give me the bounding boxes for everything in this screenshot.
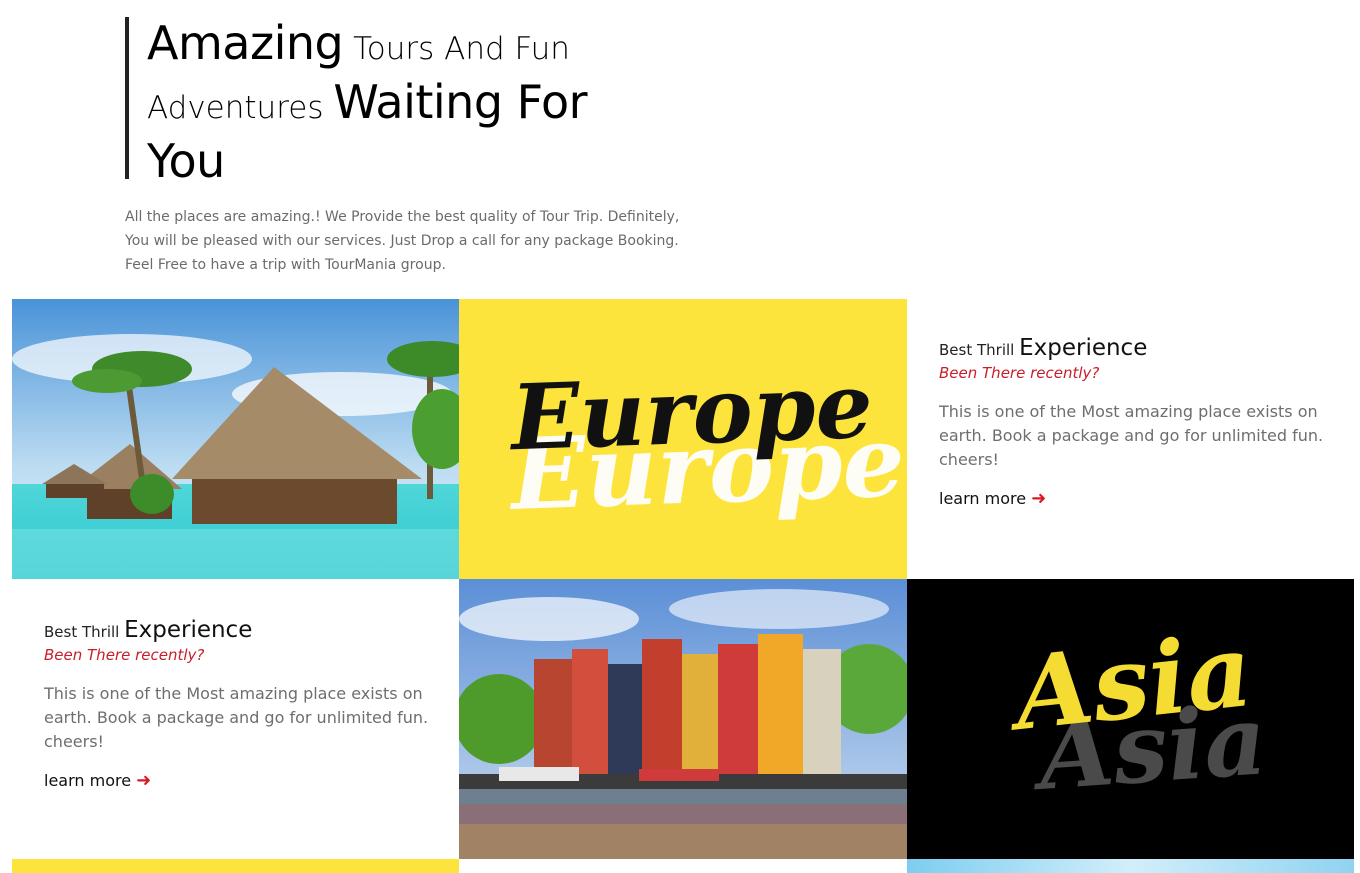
card-eyebrow: Best Thrill bbox=[939, 341, 1020, 359]
card-heading: Best Thrill Experience bbox=[44, 617, 427, 643]
card-text: This is one of the Most amazing place ex… bbox=[44, 684, 429, 751]
card-heading-strong: Experience bbox=[124, 617, 253, 643]
arrow-right-icon: ➜ bbox=[1031, 488, 1047, 509]
hero-title-tours: Tours And Fun bbox=[343, 31, 570, 67]
next-card-strip-blue bbox=[907, 859, 1354, 873]
learn-more-label: learn more bbox=[44, 771, 132, 790]
hero-title-amazing: Amazing bbox=[147, 16, 344, 70]
card-text: This is one of the Most amazing place ex… bbox=[939, 402, 1324, 469]
hero-title: Amazing Tours And Fun Adventures Waiting… bbox=[125, 16, 685, 188]
hero-title-you: You bbox=[147, 134, 225, 188]
arrow-right-icon: ➜ bbox=[136, 770, 152, 791]
learn-more-label: learn more bbox=[939, 489, 1027, 508]
card-subheading: Been There recently? bbox=[939, 364, 1100, 382]
card-heading-strong: Experience bbox=[1019, 335, 1148, 361]
experience-card-1: Best Thrill Experience Been There recent… bbox=[907, 299, 1354, 579]
hero-title-adventures: Adventures bbox=[147, 90, 334, 126]
amsterdam-illustration bbox=[459, 579, 907, 859]
card-subheading: Been There recently? bbox=[44, 646, 205, 664]
europe-word: Europe bbox=[509, 352, 875, 472]
card-heading: Best Thrill Experience bbox=[939, 335, 1322, 361]
card-eyebrow: Best Thrill bbox=[44, 623, 125, 641]
asia-card[interactable]: Asia Asia bbox=[907, 579, 1354, 859]
hero-description: All the places are amazing.! We Provide … bbox=[125, 209, 680, 273]
europe-card[interactable]: Europe Europe bbox=[459, 299, 907, 579]
resort-illustration bbox=[12, 299, 459, 579]
learn-more-link[interactable]: learn more ➜ bbox=[44, 770, 151, 791]
hero-section: Amazing Tours And Fun Adventures Waiting… bbox=[125, 17, 685, 277]
hero-title-waiting: Waiting For bbox=[333, 75, 588, 129]
next-card-strip-yellow bbox=[12, 859, 459, 873]
experience-card-2: Best Thrill Experience Been There recent… bbox=[12, 579, 459, 859]
resort-image bbox=[12, 299, 459, 579]
learn-more-link[interactable]: learn more ➜ bbox=[939, 488, 1046, 509]
asia-word: Asia bbox=[1009, 610, 1258, 754]
amsterdam-image bbox=[459, 579, 907, 859]
